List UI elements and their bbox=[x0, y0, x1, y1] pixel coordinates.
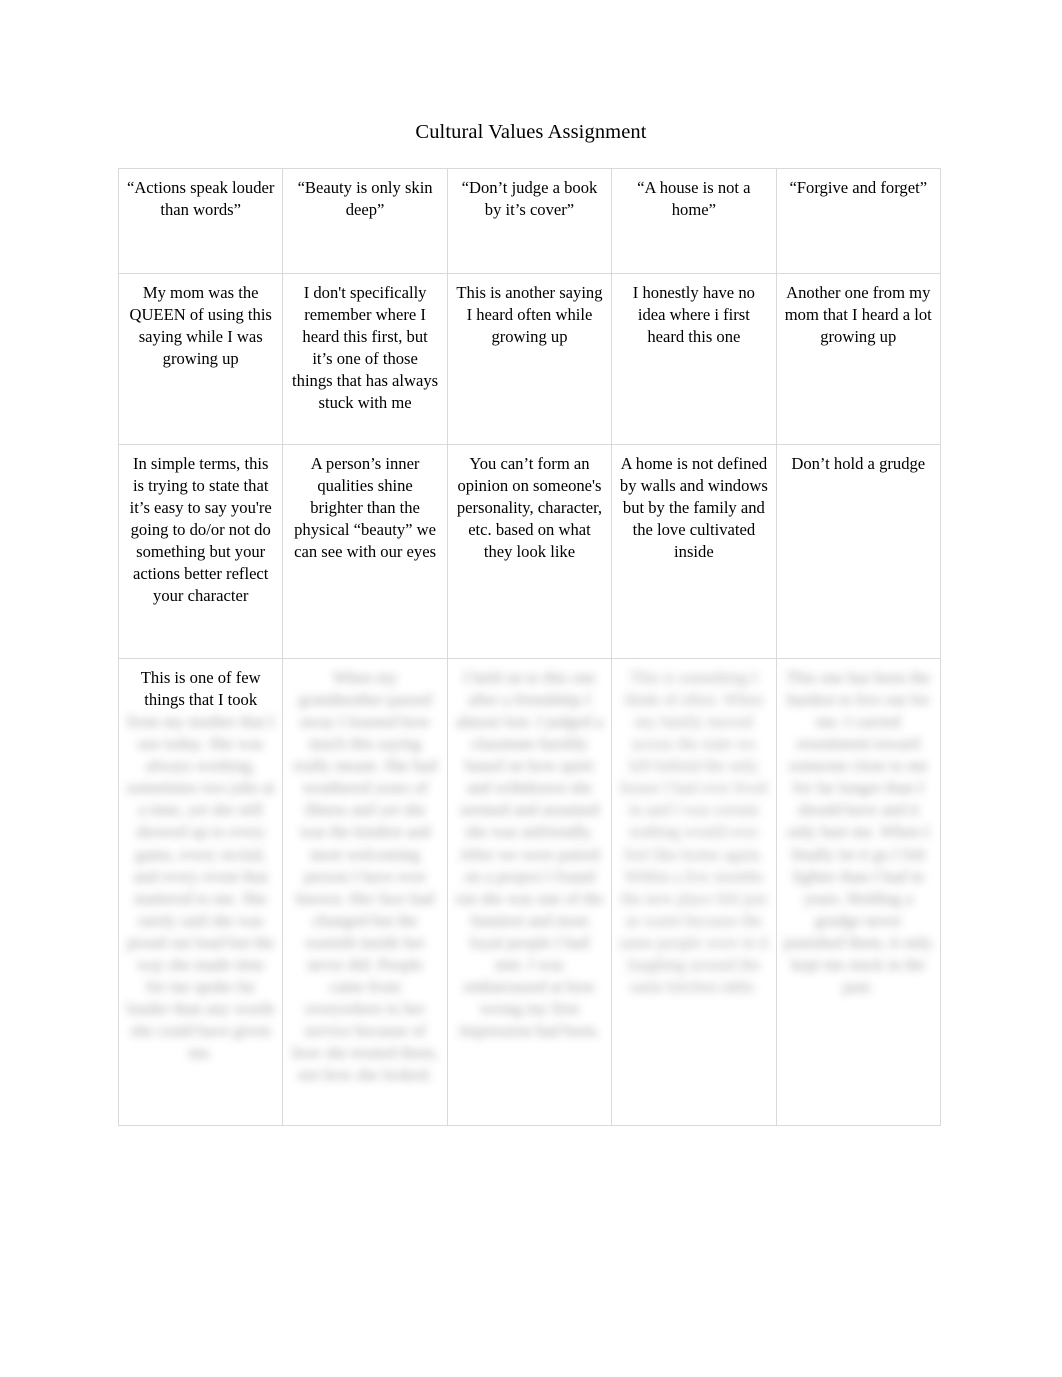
table-header-row: “Actions speak louder than words” “Beaut… bbox=[117, 168, 941, 274]
table-cell: I honestly have no idea where i first he… bbox=[611, 273, 777, 445]
personal-text-blurred: When my grandmother passed away I learne… bbox=[292, 668, 438, 1085]
header-label: “Beauty is only skin deep” bbox=[297, 178, 433, 220]
origin-text: I don't specifically remember where I he… bbox=[292, 283, 439, 413]
origin-text: My mom was the QUEEN of using this sayin… bbox=[129, 283, 272, 369]
table-header-cell: “Beauty is only skin deep” bbox=[282, 168, 448, 274]
table-header-cell: “Don’t judge a book by it’s cover” bbox=[446, 168, 613, 274]
meaning-text: You can’t form an opinion on someone's p… bbox=[456, 454, 603, 562]
table-cell: A person’s inner qualities shine brighte… bbox=[282, 444, 448, 659]
document-page: Cultural Values Assignment “Actions spea… bbox=[0, 0, 1062, 1377]
table-cell: In simple terms, this is trying to state… bbox=[117, 444, 284, 659]
table-header-cell: “A house is not a home” bbox=[611, 168, 777, 274]
origin-text: Another one from my mom that I heard a l… bbox=[784, 283, 932, 347]
table-cell: My mom was the QUEEN of using this sayin… bbox=[117, 273, 284, 445]
table-cell: A home is not defined by walls and windo… bbox=[611, 444, 777, 659]
meaning-text: In simple terms, this is trying to state… bbox=[129, 454, 272, 606]
personal-text-blurred: This one has been the hardest to live ou… bbox=[784, 668, 933, 996]
page-title: Cultural Values Assignment bbox=[415, 121, 647, 143]
table-cell: This is something I think of often. When… bbox=[611, 658, 777, 1126]
header-label: “Actions speak louder than words” bbox=[126, 178, 275, 220]
table-cell: This is another saying I heard often whi… bbox=[446, 273, 613, 445]
origin-text: This is another saying I heard often whi… bbox=[456, 283, 603, 347]
table-cell: Another one from my mom that I heard a l… bbox=[775, 273, 941, 445]
cultural-values-table: “Actions speak louder than words” “Beaut… bbox=[117, 168, 941, 1126]
table-cell: This one has been the hardest to live ou… bbox=[775, 658, 941, 1126]
origin-text: I honestly have no idea where i first he… bbox=[632, 283, 755, 347]
header-label: “Don’t judge a book by it’s cover” bbox=[461, 178, 598, 220]
meaning-text: Don’t hold a grudge bbox=[791, 454, 926, 473]
header-label: “A house is not a home” bbox=[637, 178, 751, 220]
table-row-origin: My mom was the QUEEN of using this sayin… bbox=[117, 273, 941, 445]
table-header-cell: “Actions speak louder than words” bbox=[117, 168, 284, 274]
table-header-cell: “Forgive and forget” bbox=[775, 168, 941, 274]
personal-text-visible: This is one of few things that I took bbox=[140, 668, 261, 710]
table-cell: This is one of few things that I took fr… bbox=[117, 658, 284, 1126]
meaning-text: A home is not defined by walls and windo… bbox=[619, 454, 768, 562]
table-cell: I don't specifically remember where I he… bbox=[282, 273, 448, 445]
table-row-meaning: In simple terms, this is trying to state… bbox=[117, 444, 941, 659]
table-row-personal: This is one of few things that I took fr… bbox=[117, 658, 941, 1126]
personal-text-blurred: This is something I think of often. When… bbox=[619, 668, 769, 996]
table-cell: You can’t form an opinion on someone's p… bbox=[446, 444, 613, 659]
table-cell: When my grandmother passed away I learne… bbox=[282, 658, 448, 1126]
header-label: “Forgive and forget” bbox=[789, 178, 928, 197]
personal-text-blurred: from my mother that I use today. She was… bbox=[126, 712, 275, 1063]
table-cell: Don’t hold a grudge bbox=[775, 444, 941, 659]
meaning-text: A person’s inner qualities shine brighte… bbox=[294, 454, 437, 562]
table-cell: I held on to this one after a friendship… bbox=[446, 658, 613, 1126]
personal-text-blurred: I held on to this one after a friendship… bbox=[455, 668, 604, 1040]
